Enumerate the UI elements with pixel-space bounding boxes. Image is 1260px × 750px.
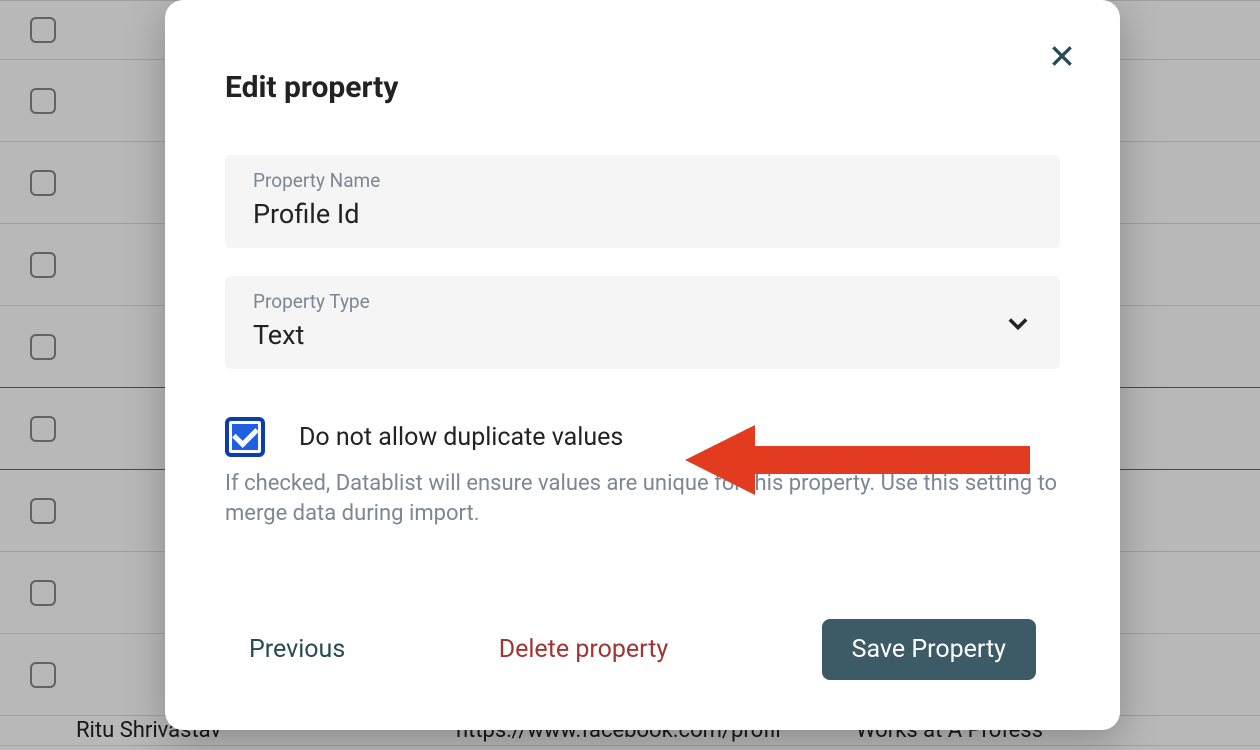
close-button[interactable]: [1044, 40, 1080, 76]
property-type-value[interactable]: Text: [253, 319, 1032, 351]
property-name-label: Property Name: [253, 169, 1032, 192]
duplicate-checkbox-row: Do not allow duplicate values: [225, 417, 1060, 457]
close-icon: [1049, 43, 1075, 73]
duplicate-help-text: If checked, Datablist will ensure values…: [225, 469, 1060, 528]
property-name-field[interactable]: Property Name: [225, 155, 1060, 248]
modal-actions: Previous Delete property Save Property: [225, 619, 1060, 690]
property-name-input[interactable]: [253, 198, 1032, 230]
property-type-field[interactable]: Property Type Text: [225, 276, 1060, 369]
previous-button[interactable]: Previous: [249, 635, 345, 664]
duplicate-checkbox-label: Do not allow duplicate values: [299, 423, 623, 452]
edit-property-modal: Edit property Property Name Property Typ…: [165, 0, 1120, 730]
save-property-button[interactable]: Save Property: [822, 619, 1036, 680]
modal-title: Edit property: [225, 70, 1060, 105]
property-type-label: Property Type: [253, 290, 1032, 313]
duplicate-checkbox[interactable]: [225, 417, 265, 457]
delete-property-button[interactable]: Delete property: [499, 635, 669, 664]
